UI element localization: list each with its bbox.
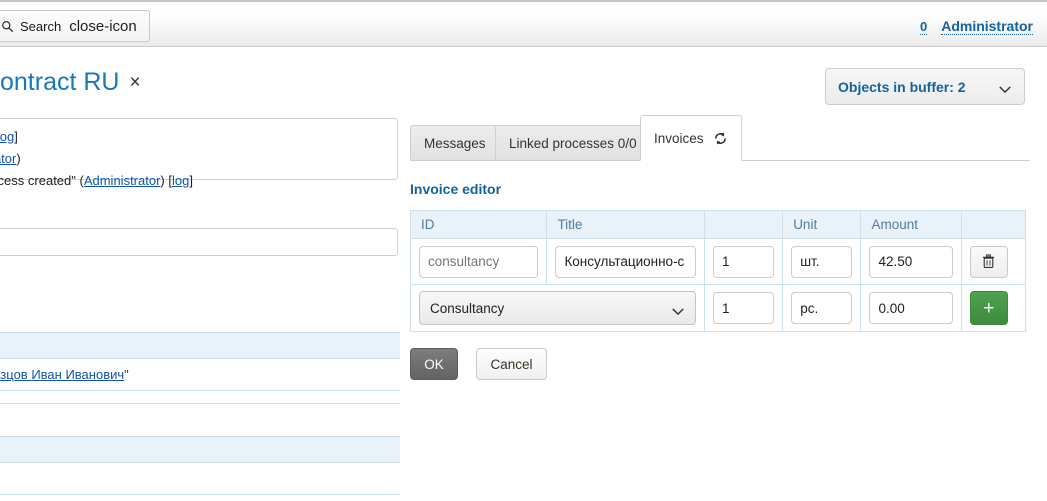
page-title: ontract RU	[0, 68, 119, 97]
cell-new-item-select: Consultancy	[411, 285, 705, 332]
left-pane: ] [log] trator) rocess created" (Adminis…	[0, 110, 400, 501]
left-grid-2	[0, 436, 400, 501]
person-link[interactable]: разцов Иван Иванович	[0, 367, 124, 382]
invoice-quantity-input[interactable]	[713, 246, 774, 278]
refresh-icon[interactable]	[713, 131, 728, 146]
column-header-title: Title	[547, 211, 705, 239]
add-row-button[interactable]: +	[970, 291, 1008, 325]
invoice-id-input[interactable]	[419, 246, 538, 278]
left-grid-2-row	[0, 463, 400, 495]
invoice-table-header-row: ID Title Unit Amount	[411, 211, 1026, 239]
cell-id	[411, 239, 547, 285]
delete-row-button[interactable]	[970, 246, 1008, 278]
objects-in-buffer-dropdown[interactable]: Objects in buffer: 2	[825, 68, 1025, 105]
tab-messages-label: Messages	[424, 136, 486, 151]
history-line-3: rocess created" (Administrator) [log]	[0, 170, 388, 192]
invoice-item-select-value: Consultancy	[430, 301, 504, 316]
page-title-row: ontract RU ×	[0, 68, 141, 97]
user-name-link[interactable]: Administrator	[941, 18, 1033, 35]
table-row: Consultancy	[411, 285, 1026, 332]
action-buttons: OK Cancel	[410, 348, 1030, 380]
text-input-box[interactable]	[0, 228, 398, 256]
cell-actions: +	[961, 285, 1025, 332]
tab-messages[interactable]: Messages	[410, 125, 500, 160]
tab-invoices-label: Invoices	[654, 131, 704, 146]
trash-icon	[982, 254, 995, 269]
left-grid-1-row: разцов Иван Иванович"	[0, 359, 400, 391]
invoice-unit-input[interactable]	[791, 246, 852, 278]
new-unit-input[interactable]	[791, 292, 852, 324]
history-line-2: trator)	[0, 148, 388, 170]
invoice-title-input[interactable]	[555, 246, 696, 278]
page-close-icon[interactable]: ×	[129, 73, 140, 92]
tab-linked-processes[interactable]: Linked processes 0/0	[495, 125, 651, 160]
administrator-link[interactable]: trator	[0, 151, 16, 166]
cell-quantity	[704, 285, 782, 332]
table-row	[411, 239, 1026, 285]
chevron-down-icon	[671, 304, 685, 313]
cell-amount	[861, 239, 961, 285]
person-quote: "	[124, 367, 129, 382]
history-box: ] [log] trator) rocess created" (Adminis…	[0, 118, 398, 180]
invoice-amount-input[interactable]	[869, 246, 952, 278]
cell-unit	[783, 285, 861, 332]
tab-invoices[interactable]: Invoices	[640, 115, 742, 161]
plus-icon: +	[983, 299, 994, 318]
search-tab-label: Search	[20, 19, 61, 34]
history-line-3-prefix: rocess created" (	[0, 173, 84, 188]
log-link-2[interactable]: log	[172, 173, 189, 188]
cell-actions	[961, 239, 1025, 285]
history-line-3-mid: ) [	[160, 173, 172, 188]
search-icon	[1, 20, 14, 33]
right-pane: Messages Linked processes 0/0 Invoices I…	[410, 118, 1030, 380]
log-link[interactable]: log	[0, 129, 14, 144]
ok-button[interactable]: OK	[410, 348, 458, 380]
column-header-id: ID	[411, 211, 547, 239]
left-grid-2-header	[0, 437, 400, 463]
invoice-editor-heading: Invoice editor	[410, 181, 1030, 197]
left-grid-1: разцов Иван Иванович"	[0, 332, 400, 404]
chevron-down-icon	[998, 82, 1012, 91]
search-tab[interactable]: Search close-icon	[0, 10, 150, 42]
notification-count[interactable]: 0	[920, 19, 927, 35]
cell-quantity	[704, 239, 782, 285]
history-line-3-suffix: ]	[189, 173, 193, 188]
close-icon[interactable]: close-icon	[69, 19, 137, 34]
user-area: 0 Administrator	[920, 18, 1033, 35]
cell-title	[547, 239, 705, 285]
history-line-1: ] [log]	[0, 126, 388, 148]
new-amount-input[interactable]	[869, 292, 952, 324]
tab-strip: Messages Linked processes 0/0 Invoices	[410, 118, 1030, 161]
new-quantity-input[interactable]	[713, 292, 774, 324]
column-header-actions	[961, 211, 1025, 239]
column-header-quantity	[704, 211, 782, 239]
column-header-amount: Amount	[861, 211, 961, 239]
left-grid-1-cell: разцов Иван Иванович"	[0, 367, 129, 382]
invoice-table: ID Title Unit Amount	[410, 210, 1026, 332]
invoice-item-select[interactable]: Consultancy	[419, 291, 696, 325]
administrator-link-2[interactable]: Administrator	[84, 173, 161, 188]
column-header-unit: Unit	[783, 211, 861, 239]
objects-in-buffer-label: Objects in buffer: 2	[838, 79, 966, 95]
tab-linked-processes-label: Linked processes 0/0	[509, 136, 637, 151]
cancel-button[interactable]: Cancel	[476, 348, 547, 380]
cell-amount	[861, 285, 961, 332]
top-bar: Search close-icon 0 Administrator	[0, 0, 1047, 47]
cell-unit	[783, 239, 861, 285]
left-grid-1-header	[0, 333, 400, 359]
